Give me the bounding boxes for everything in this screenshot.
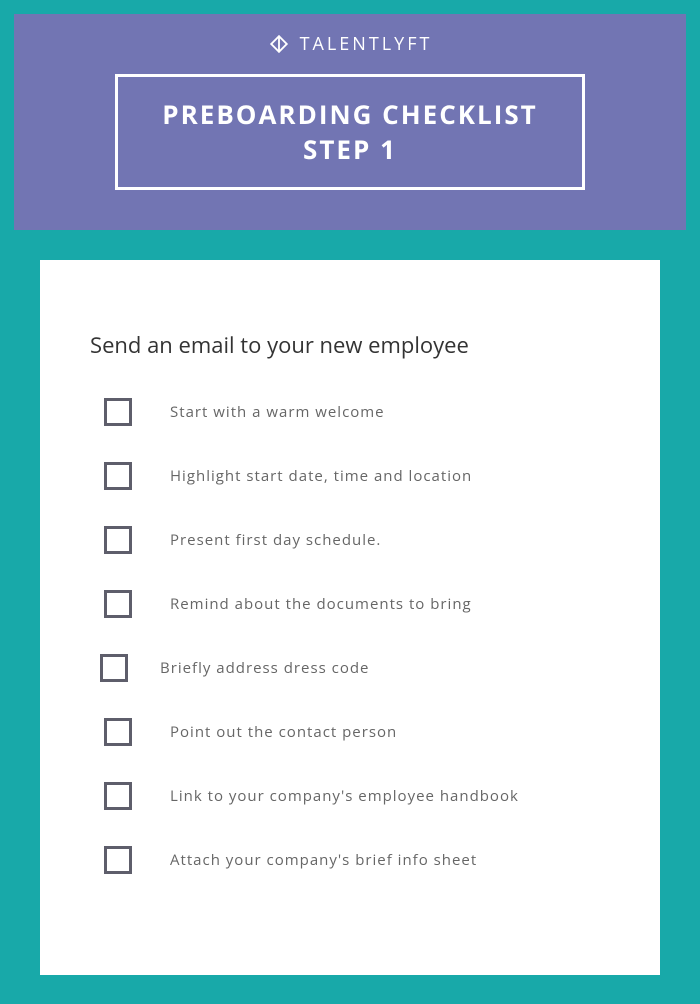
list-item: Point out the contact person (90, 718, 610, 746)
item-label: Highlight start date, time and location (170, 466, 472, 486)
item-label: Link to your company's employee handbook (170, 786, 519, 806)
checkbox-icon[interactable] (100, 654, 128, 682)
checkbox-icon[interactable] (104, 398, 132, 426)
item-label: Remind about the documents to bring (170, 594, 472, 614)
item-label: Point out the contact person (170, 722, 397, 742)
list-item: Present first day schedule. (90, 526, 610, 554)
list-item: Start with a warm welcome (90, 398, 610, 426)
title-line-2: STEP 1 (162, 132, 537, 167)
title-line-1: PREBOARDING CHECKLIST (162, 97, 537, 132)
list-item: Attach your company's brief info sheet (90, 846, 610, 874)
item-label: Briefly address dress code (160, 658, 369, 678)
brand: TalentLyft (268, 32, 433, 56)
checkbox-icon[interactable] (104, 526, 132, 554)
checkbox-icon[interactable] (104, 462, 132, 490)
item-label: Attach your company's brief info sheet (170, 850, 477, 870)
list-item: Link to your company's employee handbook (90, 782, 610, 810)
list-item: Highlight start date, time and location (90, 462, 610, 490)
brand-logo-icon (268, 33, 290, 55)
checkbox-icon[interactable] (104, 782, 132, 810)
list-item: Remind about the documents to bring (90, 590, 610, 618)
checkbox-icon[interactable] (104, 590, 132, 618)
brand-name: TalentLyft (300, 32, 433, 56)
checkbox-icon[interactable] (104, 846, 132, 874)
checklist: Start with a warm welcome Highlight star… (90, 398, 610, 874)
section-title: Send an email to your new employee (90, 330, 610, 360)
list-item: Briefly address dress code (90, 654, 610, 682)
header-band: TalentLyft PREBOARDING CHECKLIST STEP 1 (14, 14, 686, 230)
item-label: Present first day schedule. (170, 530, 381, 550)
content-card: Send an email to your new employee Start… (40, 260, 660, 975)
title-box: PREBOARDING CHECKLIST STEP 1 (115, 74, 584, 190)
item-label: Start with a warm welcome (170, 402, 385, 422)
checkbox-icon[interactable] (104, 718, 132, 746)
